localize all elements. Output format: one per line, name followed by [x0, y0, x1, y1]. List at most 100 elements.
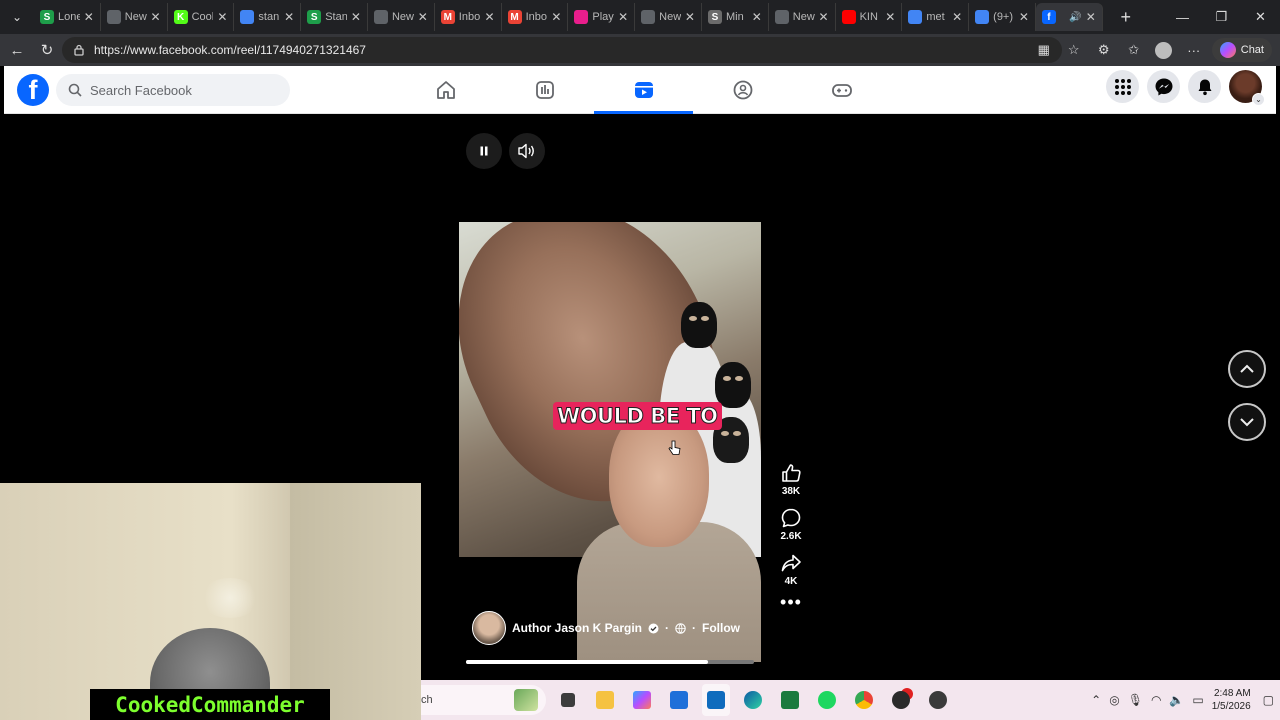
nav-gaming[interactable]: [792, 66, 891, 114]
s-brand-icon: S: [707, 10, 722, 24]
outlook-icon[interactable]: [702, 684, 730, 716]
reload-icon[interactable]: ↻: [32, 35, 62, 65]
close-tab-icon[interactable]: ✕: [952, 10, 962, 24]
browser-tab[interactable]: stan ✕: [234, 3, 302, 31]
copilot-chat-button[interactable]: Chat: [1211, 38, 1272, 62]
volume-button[interactable]: [509, 133, 545, 169]
maximize-icon[interactable]: ❐: [1202, 0, 1241, 34]
address-bar[interactable]: https://www.facebook.com/reel/1174940271…: [62, 37, 1062, 63]
more-options-icon[interactable]: •••: [772, 593, 810, 611]
close-tab-icon[interactable]: ✕: [819, 10, 829, 24]
close-tab-icon[interactable]: ✕: [752, 10, 762, 24]
nav-groups[interactable]: [693, 66, 792, 114]
like-action[interactable]: 38K: [772, 462, 810, 497]
close-tab-icon[interactable]: ✕: [618, 10, 628, 24]
close-tab-icon[interactable]: ✕: [1019, 10, 1029, 24]
browser-tab[interactable]: S Stan ✕: [301, 3, 368, 31]
browser-tab[interactable]: M Inbo ✕: [435, 3, 502, 31]
close-tab-icon[interactable]: ✕: [151, 10, 161, 24]
browser-tab[interactable]: Play ✕: [568, 3, 636, 31]
nav-reels[interactable]: [594, 66, 693, 114]
site-info-icon[interactable]: [72, 43, 86, 57]
messenger-icon: [1155, 78, 1172, 95]
security-icon[interactable]: ◎: [1109, 693, 1119, 707]
browser-tab[interactable]: New ✕: [368, 3, 435, 31]
obs-icon[interactable]: [887, 684, 915, 716]
microphone-icon[interactable]: 🎙: [1128, 693, 1143, 707]
profile-avatar[interactable]: ⌄: [1229, 70, 1265, 106]
wifi-icon[interactable]: ◠: [1151, 693, 1161, 707]
notification-icon[interactable]: ▢: [1263, 693, 1274, 707]
browser-tab[interactable]: New ✕: [635, 3, 702, 31]
previous-reel-button[interactable]: [1228, 350, 1266, 388]
close-tab-icon[interactable]: ✕: [885, 10, 895, 24]
nav-home[interactable]: [396, 66, 495, 114]
browser-tab[interactable]: KIN ✕: [836, 3, 903, 31]
author-name[interactable]: Author Jason K Pargin: [512, 621, 642, 635]
browser-tab[interactable]: met ✕: [902, 3, 970, 31]
close-tab-icon[interactable]: ✕: [1086, 10, 1096, 24]
speaker-icon[interactable]: 🔈: [1169, 693, 1184, 707]
browser-tab[interactable]: f 🔊 ✕: [1035, 3, 1103, 31]
close-tab-icon[interactable]: ✕: [84, 10, 94, 24]
chevron-down-icon[interactable]: ⌄: [1252, 93, 1265, 106]
close-tab-icon[interactable]: ✕: [351, 10, 361, 24]
pause-button[interactable]: [466, 133, 502, 169]
extension-icon[interactable]: ⚙: [1092, 37, 1116, 63]
facebook-logo[interactable]: f: [17, 74, 49, 106]
file-explorer-icon[interactable]: [591, 684, 619, 716]
share-action[interactable]: 4K: [772, 552, 810, 587]
browser-tab[interactable]: K Cool ✕: [168, 3, 235, 31]
comment-action[interactable]: 2.6K: [772, 507, 810, 542]
browser-tab[interactable]: New ✕: [101, 3, 168, 31]
search-highlight-icon: [514, 689, 538, 711]
notifications-button[interactable]: [1188, 70, 1221, 103]
search-input[interactable]: [90, 82, 280, 98]
battery-icon[interactable]: ▭: [1192, 693, 1203, 707]
messenger-button[interactable]: [1147, 70, 1180, 103]
edge-icon[interactable]: [739, 684, 767, 716]
media-player-icon[interactable]: [924, 684, 952, 716]
author-avatar[interactable]: [472, 611, 506, 645]
close-tab-icon[interactable]: ✕: [485, 10, 495, 24]
tab-search-chevron-icon[interactable]: ⌄: [0, 0, 34, 34]
follow-button[interactable]: Follow: [702, 621, 740, 635]
show-hidden-icons-icon[interactable]: ⌃: [1091, 693, 1101, 707]
close-tab-icon[interactable]: ✕: [418, 10, 428, 24]
facebook-nav: [396, 66, 891, 114]
clock[interactable]: 2:48 AM 1/5/2026: [1212, 687, 1251, 713]
minimize-icon[interactable]: —: [1163, 0, 1202, 34]
menu-button[interactable]: [1106, 70, 1139, 103]
nav-video[interactable]: [495, 66, 594, 114]
chrome-icon[interactable]: [850, 684, 878, 716]
browser-tab[interactable]: (9+) ✕: [969, 3, 1036, 31]
browser-tab[interactable]: S Lone ✕: [34, 3, 101, 31]
apps-grid-icon[interactable]: ▦: [1032, 37, 1056, 63]
facebook-search[interactable]: [56, 74, 290, 106]
browser-tab[interactable]: S Min ✕: [702, 3, 769, 31]
close-tab-icon[interactable]: ✕: [284, 10, 294, 24]
close-window-icon[interactable]: ✕: [1241, 0, 1280, 34]
close-tab-icon[interactable]: ✕: [551, 10, 561, 24]
next-reel-button[interactable]: [1228, 403, 1266, 441]
browser-tab[interactable]: M Inbo ✕: [502, 3, 569, 31]
browser-profile-icon[interactable]: [1152, 37, 1176, 63]
store-icon[interactable]: [665, 684, 693, 716]
close-tab-icon[interactable]: ✕: [217, 10, 227, 24]
tab-audio-icon[interactable]: 🔊: [1069, 12, 1081, 23]
browser-tab[interactable]: New ✕: [769, 3, 836, 31]
task-view-icon[interactable]: [554, 684, 582, 716]
favorite-star-icon[interactable]: ☆: [1062, 37, 1086, 63]
new-tab-button[interactable]: +: [1109, 0, 1143, 34]
close-tab-icon[interactable]: ✕: [685, 10, 695, 24]
terminal-icon[interactable]: [776, 684, 804, 716]
favorites-icon[interactable]: ✩: [1122, 37, 1146, 63]
copilot-app-icon[interactable]: [628, 684, 656, 716]
reel-video[interactable]: WOULD BE TO: [459, 222, 761, 662]
back-arrow-icon[interactable]: ←: [2, 35, 32, 65]
more-menu-icon[interactable]: ···: [1182, 37, 1206, 63]
spotify-icon[interactable]: [813, 684, 841, 716]
taskbar-search[interactable]: ch: [421, 685, 546, 715]
reel-progress-bar[interactable]: [466, 660, 754, 664]
tab-title: Cool: [191, 11, 214, 23]
